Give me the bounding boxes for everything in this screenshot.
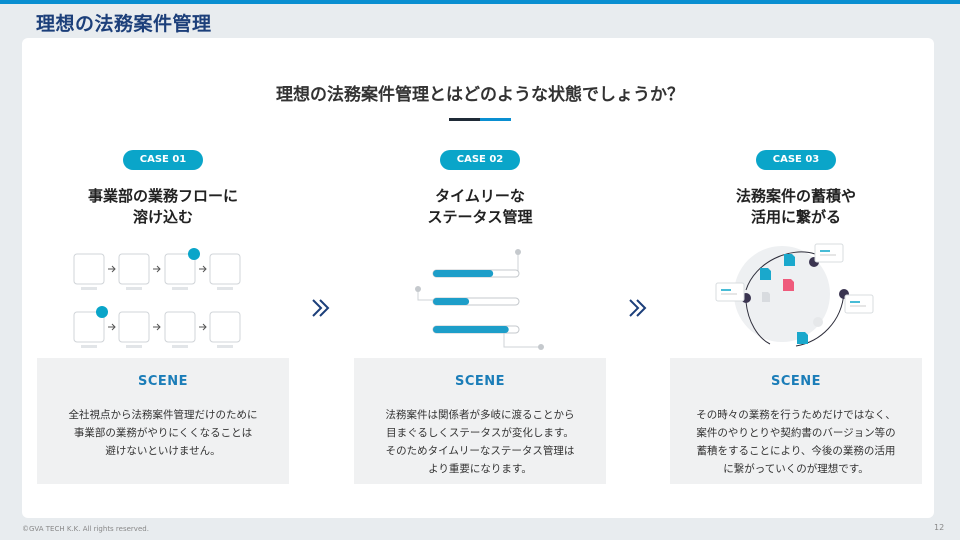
heading-line: 法務案件の蓄積や xyxy=(735,187,856,205)
top-accent-bar xyxy=(0,0,960,4)
case-badge: CASE 01 xyxy=(123,150,203,170)
scene-text: その時々の業務を行うためだけではなく、 案件のやりとりや契約書のバージョン等の … xyxy=(696,409,896,475)
scene-title: SCENE xyxy=(770,374,822,389)
main-question: 理想の法務案件管理とはどのような状態でしょうか？ xyxy=(276,85,684,105)
heading-line: ステータス管理 xyxy=(427,208,533,226)
accumulation-cycle-illustration xyxy=(715,243,874,347)
scene-text: 法務案件は関係者が多岐に渡ることから 目まぐるしくステータスが変化します。 その… xyxy=(385,409,575,475)
title-divider xyxy=(449,118,511,121)
heading-line: 事業部の業務フローに xyxy=(87,187,238,205)
case-badge: CASE 03 xyxy=(756,150,836,170)
scene-box: SCENE その時々の業務を行うためだけではなく、 案件のやりとりや契約書のバー… xyxy=(670,358,922,484)
double-chevron-right-icon xyxy=(629,299,647,317)
progress-bar-fill xyxy=(433,270,494,277)
scene-title: SCENE xyxy=(454,374,506,389)
scene-text: 全社視点から法務案件管理だけのために 事業部の業務がやりにくくなることは 避けな… xyxy=(68,409,258,457)
copyright: ©GVA TECH K.K. All rights reserved. xyxy=(22,525,149,533)
case-heading: タイムリーな ステータス管理 xyxy=(354,186,606,228)
case-heading: 事業部の業務フローに 溶け込む xyxy=(37,186,289,228)
page-title: 理想の法務案件管理 xyxy=(36,13,212,35)
progress-bar-fill xyxy=(433,326,509,333)
case-badge: CASE 02 xyxy=(440,150,520,170)
scene-box: SCENE 全社視点から法務案件管理だけのために 事業部の業務がやりにくくなるこ… xyxy=(37,358,289,484)
heading-line: タイムリーな xyxy=(435,187,525,205)
page-number: 12 xyxy=(934,523,945,532)
status-bars-illustration xyxy=(415,249,544,350)
workflow-illustration xyxy=(73,248,241,348)
scene-title: SCENE xyxy=(137,374,189,389)
heading-line: 活用に繋がる xyxy=(750,208,841,226)
progress-bar-fill xyxy=(433,298,470,305)
case-heading: 法務案件の蓄積や 活用に繋がる xyxy=(670,186,922,228)
heading-line: 溶け込む xyxy=(132,208,193,226)
double-chevron-right-icon xyxy=(312,299,330,317)
scene-box: SCENE 法務案件は関係者が多岐に渡ることから 目まぐるしくステータスが変化し… xyxy=(354,358,606,484)
